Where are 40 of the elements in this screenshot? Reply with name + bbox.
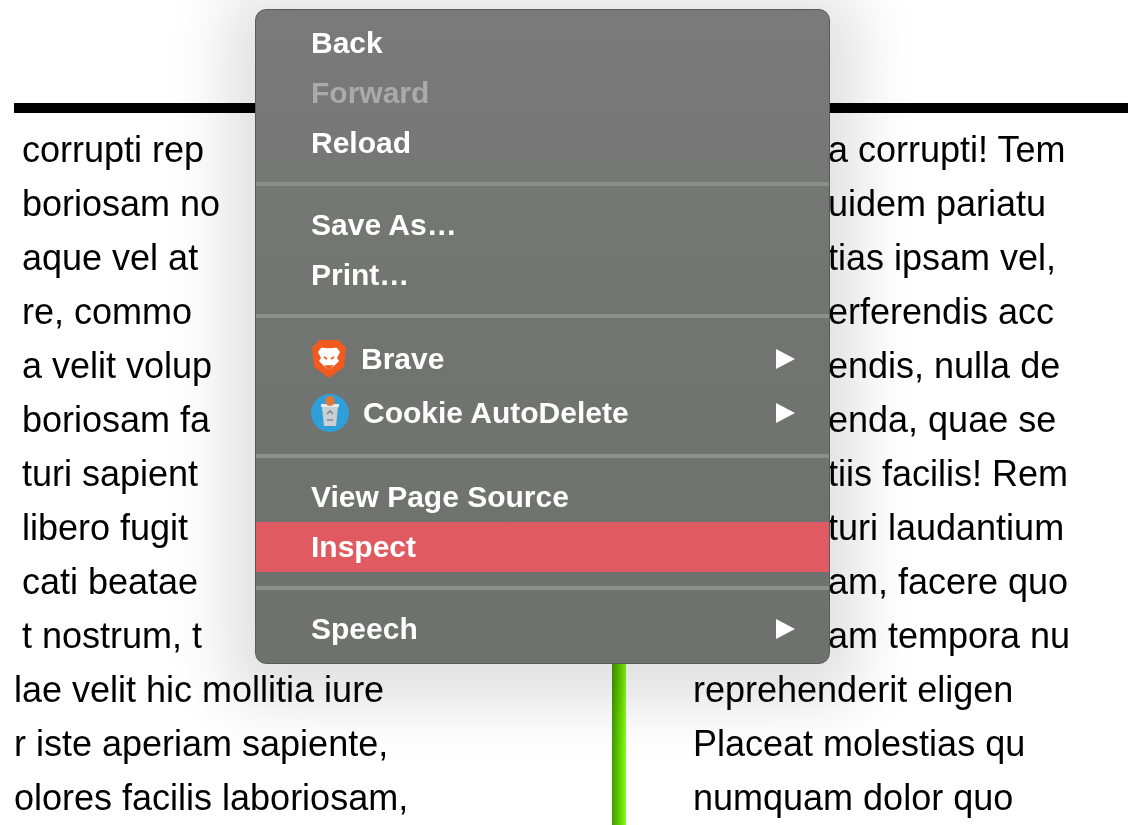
body-text-line: corrupti rep [22,128,205,172]
body-text-line: am tempora nu [828,614,1071,658]
body-text-line: turi laudantium [828,506,1065,550]
menu-item[interactable]: Save As… [256,200,829,250]
body-text-line: enda, quae se [828,398,1057,442]
menu-item[interactable]: Brave [256,332,829,386]
body-text-line: boriosam fa [22,398,211,442]
menu-item[interactable]: Inspect [256,522,829,572]
body-text-line: a corrupti! Tem [828,128,1066,172]
body-text-line: re, commo [22,290,193,334]
menu-item[interactable]: View Page Source [256,472,829,522]
body-text-line: t nostrum, t [22,614,203,658]
menu-item[interactable]: Cookie AutoDelete [256,386,829,440]
submenu-arrow-icon [774,348,796,370]
body-text-line: uidem pariatu [828,182,1047,226]
body-text-line: turi sapient [22,452,199,496]
body-text-line: erferendis acc [828,290,1055,334]
body-text-line: reprehenderit eligen [693,668,1014,712]
body-text-line: tiis facilis! Rem [828,452,1069,496]
body-text-line: tias ipsam vel, [828,236,1057,280]
body-text-line: Placeat molestias qu [693,722,1026,766]
body-text-line: r iste aperiam sapiente, [14,722,389,766]
body-text-line: olores facilis laboriosam, [14,776,409,820]
submenu-arrow-icon [774,618,796,640]
body-text-line: lae velit hic mollitia iure [14,668,385,712]
submenu-arrow-icon [774,402,796,424]
body-text-line: aque vel at [22,236,199,280]
lion-shield-icon [311,339,347,379]
body-text-line: libero fugit [22,506,189,550]
menu-item[interactable]: Back [256,18,829,68]
body-text-line: numquam dolor quo [693,776,1014,820]
body-text-line: a velit volup [22,344,213,388]
menu-item[interactable]: Reload [256,118,829,168]
recycle-bin-icon [311,394,349,432]
menu-item[interactable]: Speech [256,604,829,654]
body-text-line: am, facere quo [828,560,1069,604]
body-text-line: endis, nulla de [828,344,1061,388]
body-text-line: cati beatae [22,560,199,604]
body-text-line: boriosam no [22,182,221,226]
menu-item[interactable]: Print… [256,250,829,300]
